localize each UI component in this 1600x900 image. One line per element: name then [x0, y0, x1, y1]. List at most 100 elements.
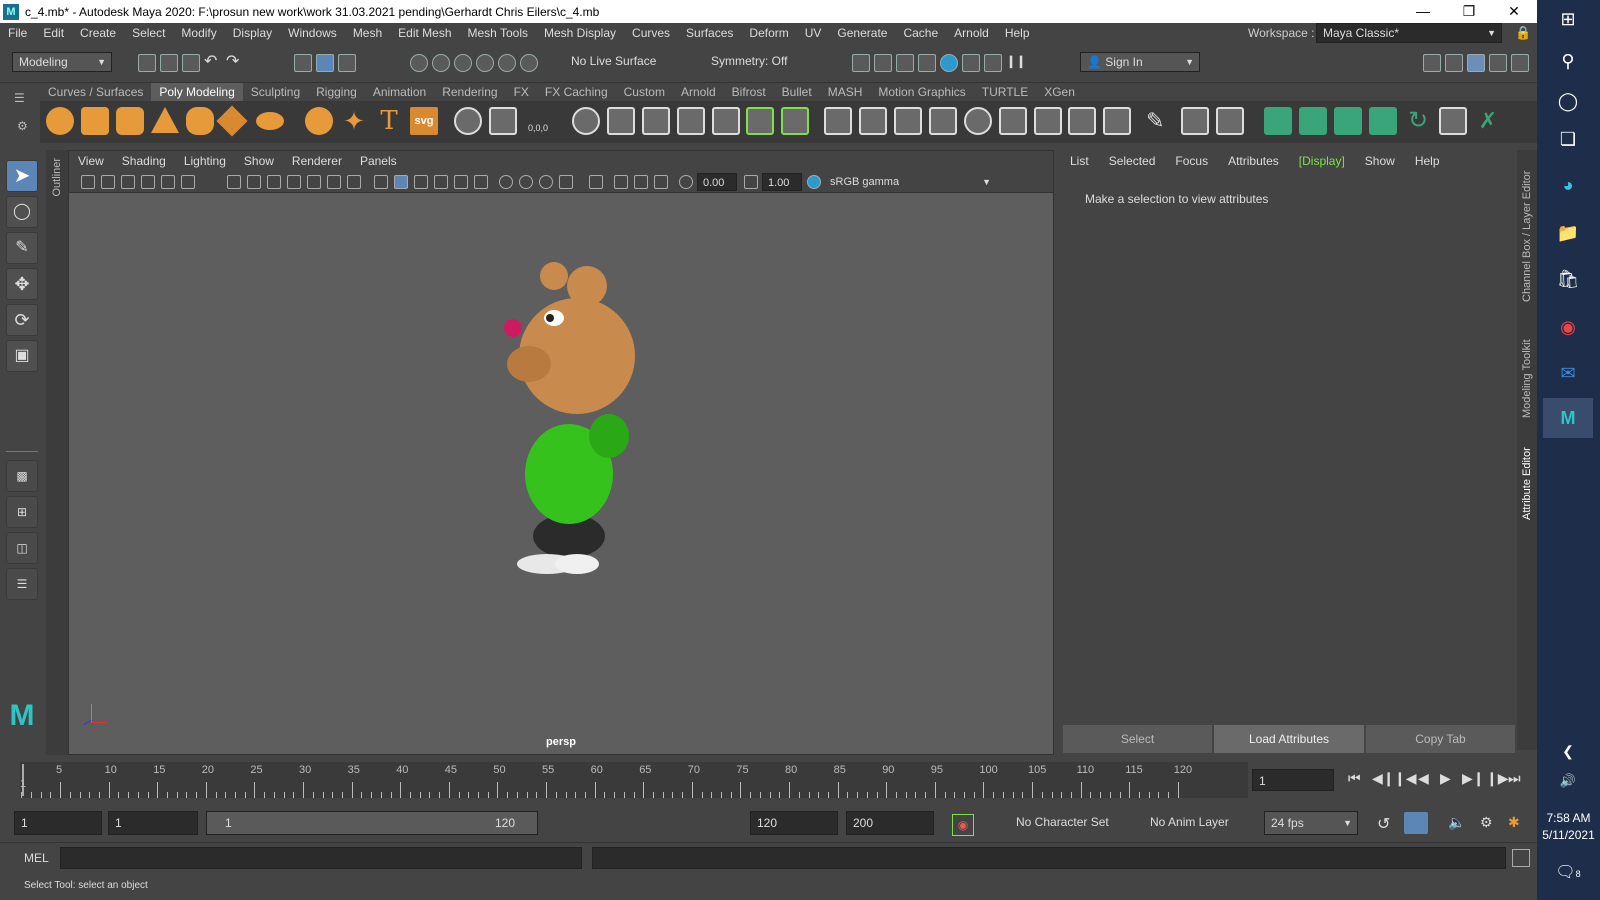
render-view-icon[interactable] [852, 54, 870, 72]
snap-view-plane-icon[interactable] [476, 54, 494, 72]
bridge-icon[interactable] [746, 107, 774, 135]
menu-mesh[interactable]: Mesh [345, 23, 390, 43]
shelf-tab-fx-caching[interactable]: FX Caching [537, 83, 616, 101]
shelf-tab-animation[interactable]: Animation [365, 83, 434, 101]
menu-help[interactable]: Help [997, 23, 1038, 43]
step-forward-frame-icon[interactable]: ▶❙ [1462, 770, 1485, 787]
outliner-icon[interactable]: ☰ [6, 568, 38, 600]
poly-sphere-icon[interactable] [46, 107, 74, 135]
shelf-menu-icon[interactable]: ☰ [14, 91, 25, 105]
shelf-tab-rigging[interactable]: Rigging [308, 83, 365, 101]
viewport-menu-renderer[interactable]: Renderer [283, 151, 351, 171]
lock-icon[interactable]: 🔒 [1515, 25, 1531, 41]
select-by-hierarchy-icon[interactable] [294, 54, 312, 72]
poly-cone-icon[interactable] [151, 107, 179, 133]
network-volume-icon[interactable]: 🔊 [1555, 768, 1581, 794]
loop-icon[interactable]: ↺ [1377, 814, 1390, 834]
select-tool-icon[interactable]: ➤ [6, 160, 38, 192]
outliner-strip[interactable]: Outliner [46, 150, 68, 755]
use-all-lights-icon[interactable] [454, 175, 468, 189]
single-perspective-layout-icon[interactable]: ▩ [6, 460, 38, 492]
copy-tab-button[interactable]: Copy Tab [1366, 725, 1515, 753]
four-view-layout-icon[interactable]: ⊞ [6, 496, 38, 528]
play-forwards-icon[interactable]: ▶ [1440, 770, 1451, 787]
snap-grid-icon[interactable] [410, 54, 428, 72]
exposure-field[interactable]: 0.00 [697, 173, 737, 191]
gamma-icon[interactable] [744, 175, 758, 189]
menu-arnold[interactable]: Arnold [946, 23, 997, 43]
chrome-icon[interactable]: ◉ [1555, 314, 1581, 340]
menu-cache[interactable]: Cache [895, 23, 946, 43]
shelf-tab-fx[interactable]: FX [506, 83, 537, 101]
shelf-tab-arnold[interactable]: Arnold [673, 83, 724, 101]
film-gate-icon[interactable] [247, 175, 261, 189]
color-management-icon[interactable] [807, 175, 821, 189]
shelf-tab-bullet[interactable]: Bullet [774, 83, 820, 101]
rotate-tool-icon[interactable]: ⟳ [6, 304, 38, 336]
channel-box-icon[interactable] [1511, 54, 1529, 72]
view-transform-dropdown[interactable]: sRGB gamma ▼ [825, 173, 995, 191]
undo-icon[interactable]: ↶ [204, 54, 222, 72]
attr-menu-selected[interactable]: Selected [1099, 150, 1166, 172]
time-slider-bar[interactable]: 1 5 10 15 20 25 30 35 40 45 50 55 60 65 70 75 80 85 90 95 1… [20, 762, 1248, 798]
2d-pan-zoom-icon[interactable] [161, 175, 175, 189]
mirror-icon[interactable] [642, 107, 670, 135]
pause-icon[interactable]: ❙❙ [1006, 54, 1026, 72]
menu-display[interactable]: Display [225, 23, 280, 43]
cortana-icon[interactable]: ◯ [1555, 88, 1581, 114]
render-setup-icon[interactable] [962, 54, 980, 72]
workspace-dropdown[interactable]: Maya Classic* ▼ [1316, 23, 1502, 43]
field-chart-icon[interactable] [307, 175, 321, 189]
collapse-icon[interactable] [999, 107, 1027, 135]
minimize-button[interactable]: — [1400, 0, 1446, 23]
menu-edit[interactable]: Edit [35, 23, 72, 43]
playback-options-icon[interactable]: ✱ [1508, 814, 1520, 831]
image-plane-icon[interactable] [141, 175, 155, 189]
camera-select-icon[interactable] [81, 175, 95, 189]
textured-icon[interactable] [434, 175, 448, 189]
menu-file[interactable]: File [0, 23, 35, 43]
playback-start-field[interactable]: 1 [108, 811, 198, 835]
fps-dropdown[interactable]: 24 fps ▼ [1264, 811, 1358, 835]
channel-box-tab[interactable]: Channel Box / Layer Editor [1521, 162, 1533, 302]
ipr-render-icon[interactable] [896, 54, 914, 72]
shelf-tab-sculpting[interactable]: Sculpting [243, 83, 308, 101]
motion-blur-icon[interactable] [519, 175, 533, 189]
chevron-up-icon[interactable]: ❮ [1555, 738, 1581, 764]
sphere-centered-icon[interactable]: 0,0,0 [524, 107, 552, 135]
gate-mask-icon[interactable] [287, 175, 301, 189]
bevel-icon[interactable] [859, 107, 887, 135]
tool-settings-icon[interactable] [1489, 54, 1507, 72]
extrude-icon[interactable] [824, 107, 852, 135]
modeling-toolkit-tab[interactable]: Modeling Toolkit [1521, 318, 1533, 418]
select-by-component-icon[interactable] [338, 54, 356, 72]
wireframe-icon[interactable] [374, 175, 388, 189]
cache-playback-icon[interactable] [1404, 812, 1428, 834]
persp-outliner-layout-icon[interactable]: ◫ [6, 532, 38, 564]
file-explorer-icon[interactable]: 📁 [1555, 220, 1581, 246]
play-backwards-icon[interactable]: ◀ [1418, 770, 1429, 787]
shelf-settings-icon[interactable]: ⚙ [17, 119, 28, 133]
attr-menu-attributes[interactable]: Attributes [1218, 150, 1289, 172]
type-text-icon[interactable]: T [375, 107, 403, 135]
circularize-icon[interactable] [964, 107, 992, 135]
sculpt-pivot-icon[interactable] [454, 107, 482, 135]
poly-cube-icon[interactable] [81, 107, 109, 135]
shelf-tab-rendering[interactable]: Rendering [434, 83, 505, 101]
load-attributes-button[interactable]: Load Attributes [1214, 725, 1364, 753]
menu-mesh-display[interactable]: Mesh Display [536, 23, 624, 43]
open-scene-icon[interactable] [160, 54, 178, 72]
snap-together-icon[interactable] [520, 54, 538, 72]
shelf-tab-poly-modeling[interactable]: Poly Modeling [151, 83, 243, 101]
attr-menu-help[interactable]: Help [1405, 150, 1450, 172]
sign-in-dropdown[interactable]: 👤 Sign In ▼ [1080, 52, 1200, 72]
shelf-tab-turtle[interactable]: TURTLE [974, 83, 1036, 101]
shelf-tab-mash[interactable]: MASH [820, 83, 871, 101]
viewport-menu-shading[interactable]: Shading [113, 151, 175, 171]
task-view-icon[interactable]: ❏ [1555, 126, 1581, 152]
spherical-mapping-icon[interactable] [1369, 107, 1397, 135]
scale-tool-icon[interactable]: ▣ [6, 340, 38, 372]
edge-browser-icon[interactable]: ◕ [1555, 172, 1581, 198]
fill-hole-icon[interactable] [894, 107, 922, 135]
screen-space-ao-icon[interactable] [499, 175, 513, 189]
